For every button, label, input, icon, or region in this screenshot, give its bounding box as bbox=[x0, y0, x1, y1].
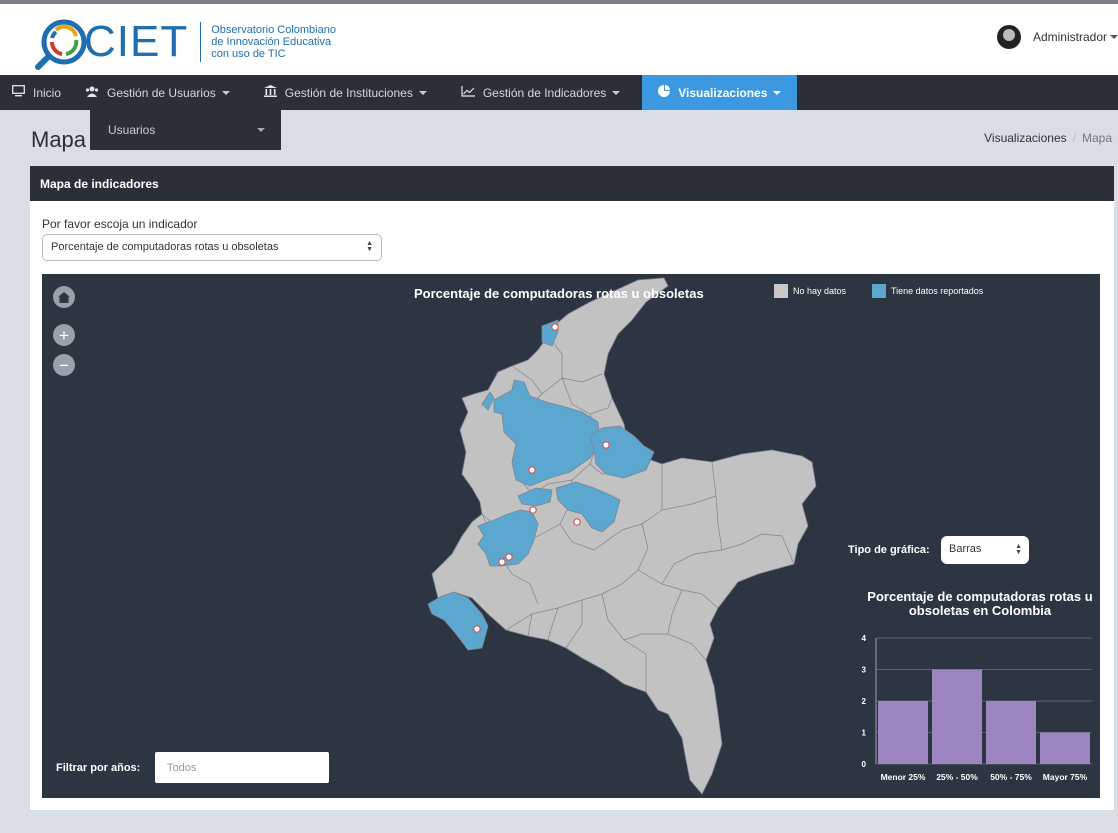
select-arrows-icon: ▲ ▼ bbox=[1015, 543, 1022, 556]
bar bbox=[986, 701, 1036, 764]
legend-label: Tiene datos reportados bbox=[891, 286, 984, 296]
users-icon bbox=[85, 85, 99, 100]
logo-subtitle: Observatorio Colombiano de Innovación Ed… bbox=[211, 24, 336, 60]
magnifier-logo-icon bbox=[34, 16, 87, 70]
nav-gestion-instituciones[interactable]: Gestión de Instituciones bbox=[242, 75, 439, 110]
map-panel: Mapa de indicadores Por favor escoja un … bbox=[30, 166, 1114, 810]
x-tick-label: 25% - 50% bbox=[936, 772, 978, 782]
y-tick-label: 4 bbox=[862, 634, 867, 643]
nav-inicio[interactable]: Inicio bbox=[0, 75, 73, 110]
bar bbox=[1040, 732, 1090, 764]
chart-type-value: Barras bbox=[949, 543, 982, 555]
legend-swatch bbox=[872, 284, 886, 298]
map-canvas[interactable]: + − Porcentaje de computadoras rotas u o… bbox=[42, 274, 1100, 798]
institution-icon bbox=[263, 85, 277, 100]
chart-title: Porcentaje de computadoras rotas u obsol… bbox=[867, 589, 1093, 618]
legend-label: No hay datos bbox=[793, 286, 847, 296]
monitor-icon bbox=[12, 85, 25, 100]
avatar bbox=[996, 25, 1021, 49]
chart-type-select[interactable]: Barras ▲ ▼ bbox=[941, 536, 1029, 564]
y-tick-label: 0 bbox=[862, 760, 867, 769]
select-arrows-icon: ▲ ▼ bbox=[366, 240, 373, 253]
ociet-logo[interactable]: CIET Observatorio Colombiano de Innovaci… bbox=[34, 16, 336, 70]
indicator-label: Por favor escoja un indicador bbox=[42, 217, 198, 231]
chevron-down-icon bbox=[1110, 35, 1118, 39]
chevron-down-icon bbox=[773, 90, 782, 95]
breadcrumb-current: Mapa bbox=[1081, 131, 1112, 145]
nav-gestion-usuarios[interactable]: Gestión de Usuarios bbox=[73, 75, 242, 110]
bar bbox=[932, 669, 982, 764]
chevron-down-icon bbox=[257, 128, 265, 132]
line-chart-icon bbox=[461, 85, 475, 100]
legend-item: No hay datos bbox=[774, 284, 846, 298]
main-nav: Inicio Gestión de Usuarios Gestión de In… bbox=[0, 75, 1118, 110]
bar bbox=[878, 701, 928, 764]
usuarios-dropdown-item[interactable]: Usuarios bbox=[90, 110, 281, 150]
chevron-down-icon bbox=[418, 90, 427, 95]
top-header: CIET Observatorio Colombiano de Innovaci… bbox=[0, 0, 1118, 75]
page-title: Mapa bbox=[31, 127, 87, 152]
nav-label: Gestión de Usuarios bbox=[107, 85, 216, 100]
legend-swatch bbox=[774, 284, 788, 298]
bar-chart: 0 1 2 3 4 Menor 25% 25% - 50% 50% - 75% Mayor 75… bbox=[862, 634, 1092, 782]
indicator-select-value: Porcentaje de computadoras rotas u obsol… bbox=[51, 241, 279, 253]
chart-type-label: Tipo de gráfica: bbox=[848, 544, 930, 556]
nav-label: Inicio bbox=[33, 85, 62, 100]
legend-item: Tiene datos reportados bbox=[872, 284, 983, 298]
x-tick-label: 50% - 75% bbox=[990, 772, 1032, 782]
y-tick-label: 3 bbox=[862, 666, 867, 675]
chevron-down-icon bbox=[221, 90, 230, 95]
logo-divider bbox=[200, 22, 202, 62]
map-title: Porcentaje de computadoras rotas u obsol… bbox=[414, 286, 704, 301]
breadcrumb-separator: / bbox=[1072, 131, 1076, 145]
chevron-down-icon bbox=[612, 90, 621, 95]
logo-sub-line: de Innovación Educativa bbox=[211, 36, 332, 48]
pie-chart-icon bbox=[658, 85, 671, 100]
indicator-select[interactable]: Porcentaje de computadoras rotas u obsol… bbox=[42, 234, 382, 261]
y-tick-label: 1 bbox=[862, 729, 867, 738]
nav-visualizaciones[interactable]: Visualizaciones bbox=[642, 75, 798, 110]
x-tick-label: Menor 25% bbox=[881, 772, 926, 782]
nav-label: Gestión de Instituciones bbox=[284, 85, 413, 100]
logo-sub-line: Observatorio Colombiano bbox=[211, 24, 336, 36]
breadcrumb: Visualizaciones / Mapa bbox=[984, 131, 1112, 145]
year-filter-input[interactable]: Todos bbox=[155, 752, 329, 783]
user-name: Administrador bbox=[1032, 30, 1107, 44]
nav-label: Visualizaciones bbox=[678, 85, 768, 100]
breadcrumb-link[interactable]: Visualizaciones bbox=[984, 131, 1067, 145]
y-tick-label: 2 bbox=[862, 697, 867, 706]
logo-sub-line: con uso de TIC bbox=[211, 48, 286, 60]
dropdown-label: Usuarios bbox=[108, 123, 156, 137]
x-tick-label: Mayor 75% bbox=[1043, 772, 1088, 782]
filter-label: Filtrar por años: bbox=[56, 762, 141, 774]
logo-text: CIET bbox=[84, 17, 189, 66]
user-menu[interactable]: Administrador bbox=[996, 25, 1118, 49]
panel-title: Mapa de indicadores bbox=[30, 166, 1114, 201]
nav-label: Gestión de Indicadores bbox=[482, 85, 607, 100]
nav-gestion-indicadores[interactable]: Gestión de Indicadores bbox=[439, 75, 632, 110]
